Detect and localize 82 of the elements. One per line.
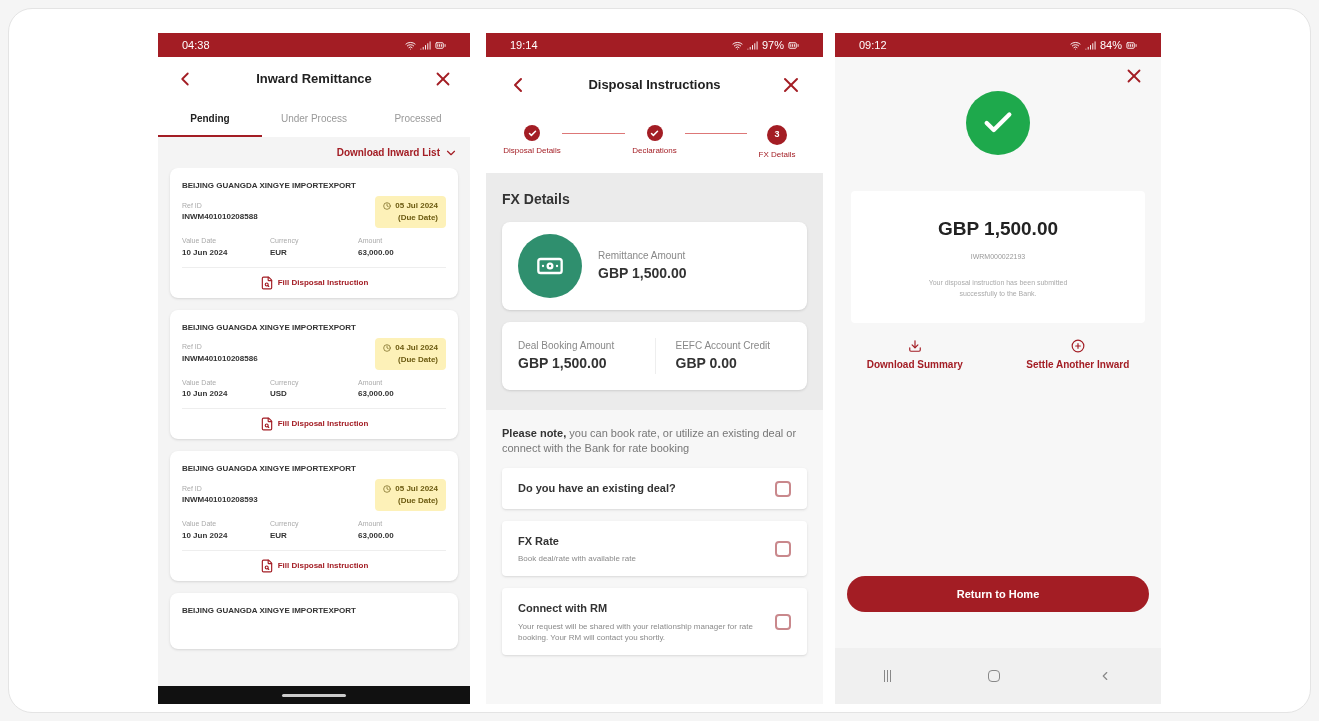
option-description: Your request will be shared with your relationship manager for rate booking. Your RM will contact you shortly. <box>518 620 754 643</box>
amount-value: GBP 1,500.00 <box>598 264 687 283</box>
step-marker: 3 <box>767 125 787 145</box>
wifi-icon <box>405 39 416 51</box>
note-text: Please note, you can book rate, or utilize an existing deal or connect with the Bank for rate booking <box>502 426 798 457</box>
step-label: FX Details <box>758 149 796 161</box>
battery-level: 84% <box>1099 37 1122 53</box>
remitter-name: BEIJING GUANGDA XINGYE IMPORTEXPORT <box>182 180 357 192</box>
screen-title: Inward Remittance <box>256 70 372 89</box>
field-value: EUR <box>270 246 288 259</box>
step-label: Disposal Details <box>503 145 561 157</box>
document-search-icon <box>259 417 274 431</box>
document-search-icon <box>259 558 274 573</box>
due-date: 05 Jul 2024 <box>395 200 438 212</box>
fill-instruction-link[interactable]: Fill Disposal Instruction <box>259 275 369 290</box>
remitter-name: BEIJING GUANGDA XINGYE IMPORTEXPORT <box>182 463 357 475</box>
checkbox[interactable] <box>775 613 791 630</box>
status-time: 09:12 <box>859 37 887 53</box>
due-date-note: (Due Date) <box>397 212 438 224</box>
checkbox[interactable] <box>775 540 791 557</box>
status-time: 19:14 <box>510 37 538 53</box>
option-card[interactable]: FX Rate Book deal/rate with available rate <box>502 520 807 577</box>
amount-value: GBP 1,500.00 <box>518 354 608 373</box>
wifi-icon <box>1069 39 1081 51</box>
wifi-icon <box>731 39 743 51</box>
option-title: FX Rate <box>518 533 560 549</box>
reference-number: INWM401010208588 <box>182 211 258 224</box>
due-date-note: (Due Date) <box>397 353 438 366</box>
remitter-name: BEIJING GUANGDA XINGYE IMPORTEXPORT <box>182 321 357 334</box>
amount-label: Remittance Amount <box>598 249 687 263</box>
battery-icon <box>435 39 446 51</box>
amount-label: EEFC Account Credit <box>675 339 771 353</box>
tab[interactable]: Pending <box>158 101 262 137</box>
field-value: EUR <box>270 529 288 542</box>
plus-circle-icon <box>1070 339 1085 353</box>
amount-value: GBP 0.00 <box>675 354 738 373</box>
option-title: Do you have an existing deal? <box>518 481 676 497</box>
field-value: 10 Jun 2024 <box>182 388 229 400</box>
option-description: Book deal/rate with available rate <box>518 553 636 565</box>
action-link[interactable]: Settle Another Inward <box>1026 339 1130 372</box>
remitter-name: BEIJING GUANGDA XINGYE IMPORTEXPORT <box>182 604 357 617</box>
due-date: 04 Jul 2024 <box>395 341 438 354</box>
download-icon <box>907 339 922 353</box>
amount-value: GBP 1,500.00 <box>937 217 1059 241</box>
field-value: 10 Jun 2024 <box>182 246 229 259</box>
document-search-icon <box>259 275 274 290</box>
home-indicator[interactable] <box>282 693 346 697</box>
field-value: 63,000.00 <box>358 388 395 400</box>
field-value: 63,000.00 <box>358 529 395 542</box>
field-value: 63,000.00 <box>358 246 395 259</box>
recent-apps-icon[interactable] <box>883 670 891 682</box>
field-value: 10 Jun 2024 <box>182 529 229 542</box>
signal-icon <box>1084 39 1096 51</box>
due-date: 05 Jul 2024 <box>395 483 438 495</box>
reference-number: INWM401010208586 <box>182 352 258 365</box>
step-label: Declarations <box>632 145 677 157</box>
check-icon <box>650 128 659 138</box>
signal-icon <box>420 39 431 51</box>
home-icon[interactable] <box>988 670 1001 682</box>
status-time: 04:38 <box>182 37 210 53</box>
fill-instruction-link[interactable]: Fill Disposal Instruction <box>259 558 369 573</box>
return-home-button[interactable]: Return to Home <box>847 576 1149 612</box>
checkbox[interactable] <box>775 480 791 497</box>
option-card[interactable]: Connect with RM Your request will be shared with your relationship manager for rate booking. Your RM will contact you shortly. <box>502 588 807 655</box>
option-title: Connect with RM <box>518 601 609 617</box>
reference-number: INWM401010208593 <box>182 494 258 507</box>
action-link[interactable]: Download Summary <box>866 339 963 372</box>
section-title: FX Details <box>502 190 571 209</box>
battery-icon <box>1126 39 1137 51</box>
signal-icon <box>746 39 758 51</box>
field-value: USD <box>270 388 288 400</box>
download-list-link[interactable]: Download Inward List <box>336 145 458 160</box>
option-card[interactable]: Do you have an existing deal? <box>502 468 807 509</box>
clock-icon <box>383 343 392 352</box>
clock-icon <box>383 485 392 493</box>
clock-icon <box>383 202 392 210</box>
due-date-note: (Due Date) <box>397 495 438 507</box>
screen-title: Disposal Instructions <box>588 76 721 95</box>
battery-icon <box>788 39 799 51</box>
fill-instruction-link[interactable]: Fill Disposal Instruction <box>259 417 369 431</box>
amount-label: Deal Booking Amount <box>518 339 616 353</box>
battery-level: 97% <box>761 37 784 53</box>
